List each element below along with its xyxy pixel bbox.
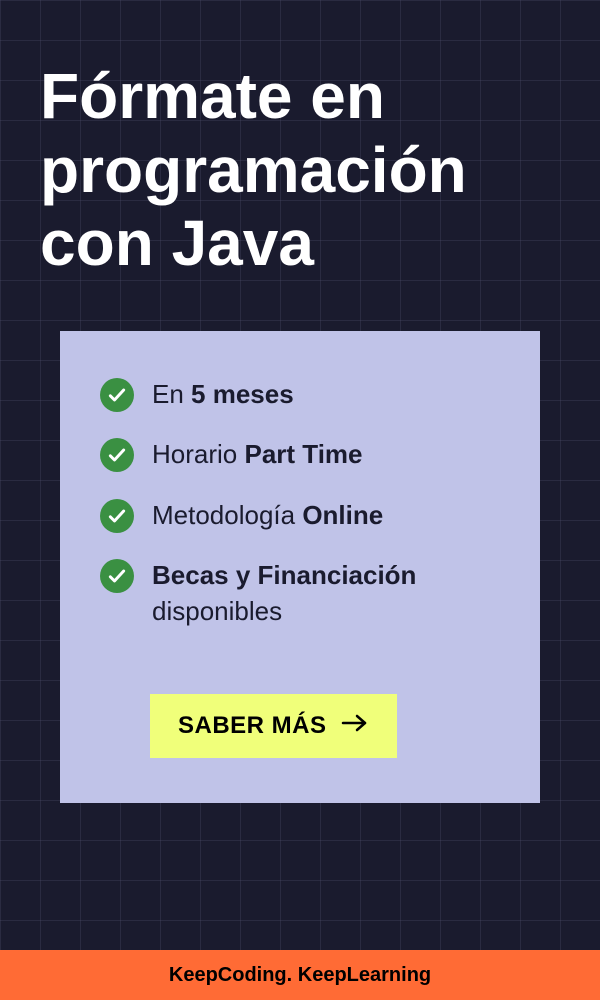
feature-text: Becas y Financiación disponibles xyxy=(152,557,500,630)
feature-item: Metodología Online xyxy=(100,497,500,533)
features-card: En 5 meses Horario Part Time Metodología… xyxy=(60,331,540,803)
feature-bold: Becas y Financiación xyxy=(152,560,416,590)
check-icon xyxy=(100,378,134,412)
check-icon xyxy=(100,438,134,472)
feature-item: Becas y Financiación disponibles xyxy=(100,557,500,630)
feature-prefix: Metodología xyxy=(152,500,302,530)
feature-text: Horario Part Time xyxy=(152,436,363,472)
feature-bold: Online xyxy=(302,500,383,530)
feature-bold: Part Time xyxy=(244,439,362,469)
feature-prefix: Horario xyxy=(152,439,244,469)
feature-prefix: En xyxy=(152,379,191,409)
feature-text: En 5 meses xyxy=(152,376,294,412)
check-icon xyxy=(100,559,134,593)
main-content: Fórmate en programación con Java En 5 me… xyxy=(0,0,600,803)
feature-text: Metodología Online xyxy=(152,497,383,533)
feature-item: En 5 meses xyxy=(100,376,500,412)
feature-bold: 5 meses xyxy=(191,379,294,409)
cta-label: SABER MÁS xyxy=(178,712,327,740)
feature-item: Horario Part Time xyxy=(100,436,500,472)
footer-text: KeepCoding. KeepLearning xyxy=(169,964,431,987)
main-heading: Fórmate en programación con Java xyxy=(40,60,560,281)
learn-more-button[interactable]: SABER MÁS xyxy=(150,694,397,758)
arrow-right-icon xyxy=(341,712,369,740)
feature-suffix: disponibles xyxy=(152,596,282,626)
check-icon xyxy=(100,499,134,533)
footer-banner: KeepCoding. KeepLearning xyxy=(0,950,600,1000)
